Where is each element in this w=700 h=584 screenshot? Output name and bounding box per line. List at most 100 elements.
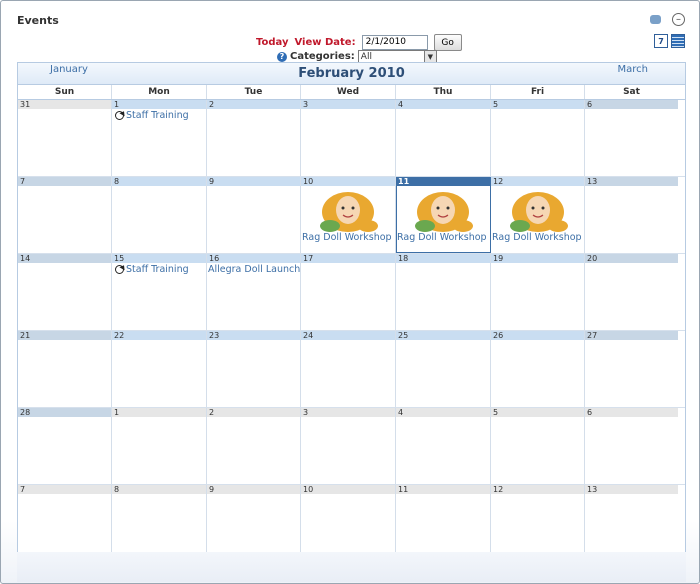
day-cell[interactable]: 4 [396, 100, 491, 176]
week-row: 21 22 23 24 25 26 27 [18, 331, 685, 408]
day-number: 4 [396, 408, 490, 417]
panel-toolbar: – [649, 13, 685, 26]
panel-footer [17, 552, 686, 582]
day-cell[interactable]: 21 [18, 331, 112, 407]
day-cell[interactable]: 12 [491, 485, 585, 561]
day-cell[interactable]: 13 [585, 485, 678, 561]
day-cell[interactable]: 8 [112, 485, 207, 561]
event-staff-training[interactable]: Staff Training [113, 264, 206, 275]
event-rag-doll-workshop[interactable]: Rag Doll Workshop [301, 232, 395, 243]
day-number: 4 [396, 100, 490, 109]
day-cell[interactable]: 6 [585, 100, 678, 176]
dropdown-caret-icon: ▼ [423, 51, 436, 62]
day-cell-today[interactable]: 11 Rag Doll Workshop [396, 177, 491, 253]
dow-wed: Wed [301, 85, 396, 99]
day-cell[interactable]: 31 [18, 100, 112, 176]
view-date-input[interactable]: 2/1/2010 [361, 35, 428, 50]
day-cell[interactable]: 6 [585, 408, 678, 484]
rag-doll-image[interactable] [310, 188, 386, 232]
day-cell[interactable]: 28 [18, 408, 112, 484]
day-cell[interactable]: 27 [585, 331, 678, 407]
day-cell[interactable]: 3 [301, 100, 396, 176]
day-number: 9 [207, 177, 300, 186]
next-month-link[interactable]: March [618, 64, 648, 75]
dow-mon: Mon [112, 85, 207, 99]
day-cell[interactable]: 11 [396, 485, 491, 561]
day-number: 2 [207, 408, 300, 417]
day-cell[interactable]: 12 Rag Doll Workshop [491, 177, 585, 253]
day-cell[interactable]: 19 [491, 254, 585, 330]
dow-fri: Fri [491, 85, 585, 99]
day-cell[interactable]: 17 [301, 254, 396, 330]
day-number: 23 [207, 331, 300, 340]
day-number: 25 [396, 331, 490, 340]
day-cell[interactable]: 7 [18, 177, 112, 253]
day-cell[interactable]: 15 Staff Training [112, 254, 207, 330]
day-cell[interactable]: 2 [207, 100, 301, 176]
day-number: 24 [301, 331, 395, 340]
day-number: 15 [112, 254, 206, 263]
day-number: 10 [301, 177, 395, 186]
day-cell[interactable]: 25 [396, 331, 491, 407]
event-rag-doll-workshop[interactable]: Rag Doll Workshop [396, 232, 490, 243]
rag-doll-image[interactable] [500, 188, 576, 232]
day-cell[interactable]: 4 [396, 408, 491, 484]
events-panel: Events – 7 Today View Date: 2/1/2010 Go … [0, 0, 700, 584]
go-button[interactable]: Go [433, 34, 462, 51]
day-cell[interactable]: 1 [112, 408, 207, 484]
event-staff-training[interactable]: Staff Training [113, 110, 206, 121]
help-icon[interactable]: ? [277, 51, 287, 62]
dow-tue: Tue [207, 85, 301, 99]
day-number: 10 [301, 485, 395, 494]
day-number: 13 [585, 177, 678, 186]
day-cell[interactable]: 10 Rag Doll Workshop [301, 177, 396, 253]
week-view-icon[interactable]: 7 [654, 34, 668, 48]
day-cell[interactable]: 7 [18, 485, 112, 561]
day-number: 8 [112, 177, 206, 186]
week-row: 7 8 9 10 11 12 13 [18, 485, 685, 561]
day-number: 3 [301, 100, 395, 109]
week-row: 28 1 2 3 4 5 6 [18, 408, 685, 485]
event-allegra-doll-launch[interactable]: Allegra Doll Launch [208, 264, 300, 275]
recurring-icon [115, 265, 124, 274]
day-number: 16 [207, 254, 300, 263]
users-icon[interactable] [649, 13, 662, 26]
day-number: 6 [585, 100, 678, 109]
event-rag-doll-workshop[interactable]: Rag Doll Workshop [491, 232, 584, 243]
rag-doll-image[interactable] [405, 188, 481, 232]
list-view-icon[interactable] [671, 34, 685, 48]
day-cell[interactable]: 22 [112, 331, 207, 407]
collapse-icon[interactable]: – [672, 13, 685, 26]
day-cell[interactable]: 1 Staff Training [112, 100, 207, 176]
view-switcher: 7 [654, 34, 685, 48]
view-date-label: View Date: [294, 37, 356, 48]
day-cell[interactable]: 18 [396, 254, 491, 330]
today-link[interactable]: Today [256, 37, 288, 48]
day-cell[interactable]: 5 [491, 100, 585, 176]
day-cell[interactable]: 23 [207, 331, 301, 407]
day-cell[interactable]: 14 [18, 254, 112, 330]
day-cell[interactable]: 20 [585, 254, 678, 330]
day-cell[interactable]: 24 [301, 331, 396, 407]
day-cell[interactable]: 5 [491, 408, 585, 484]
dow-thu: Thu [396, 85, 491, 99]
day-cell[interactable]: 3 [301, 408, 396, 484]
day-cell[interactable]: 8 [112, 177, 207, 253]
day-cell[interactable]: 9 [207, 177, 301, 253]
day-number: 11 [396, 177, 490, 186]
day-cell[interactable]: 10 [301, 485, 396, 561]
day-cell[interactable]: 26 [491, 331, 585, 407]
day-cell[interactable]: 16 Allegra Doll Launch [207, 254, 301, 330]
day-cell[interactable]: 2 [207, 408, 301, 484]
recurring-icon [115, 111, 124, 120]
event-title: Staff Training [126, 264, 189, 275]
day-cell[interactable]: 9 [207, 485, 301, 561]
categories-selected-value: All [360, 51, 372, 62]
week-row: 31 1 Staff Training 2 3 4 5 6 [18, 100, 685, 177]
categories-label: Categories: [290, 51, 355, 62]
day-number: 2 [207, 100, 300, 109]
day-number: 9 [207, 485, 300, 494]
day-number: 27 [585, 331, 678, 340]
day-cell[interactable]: 13 [585, 177, 678, 253]
date-controls: Today View Date: 2/1/2010 Go [256, 34, 462, 51]
